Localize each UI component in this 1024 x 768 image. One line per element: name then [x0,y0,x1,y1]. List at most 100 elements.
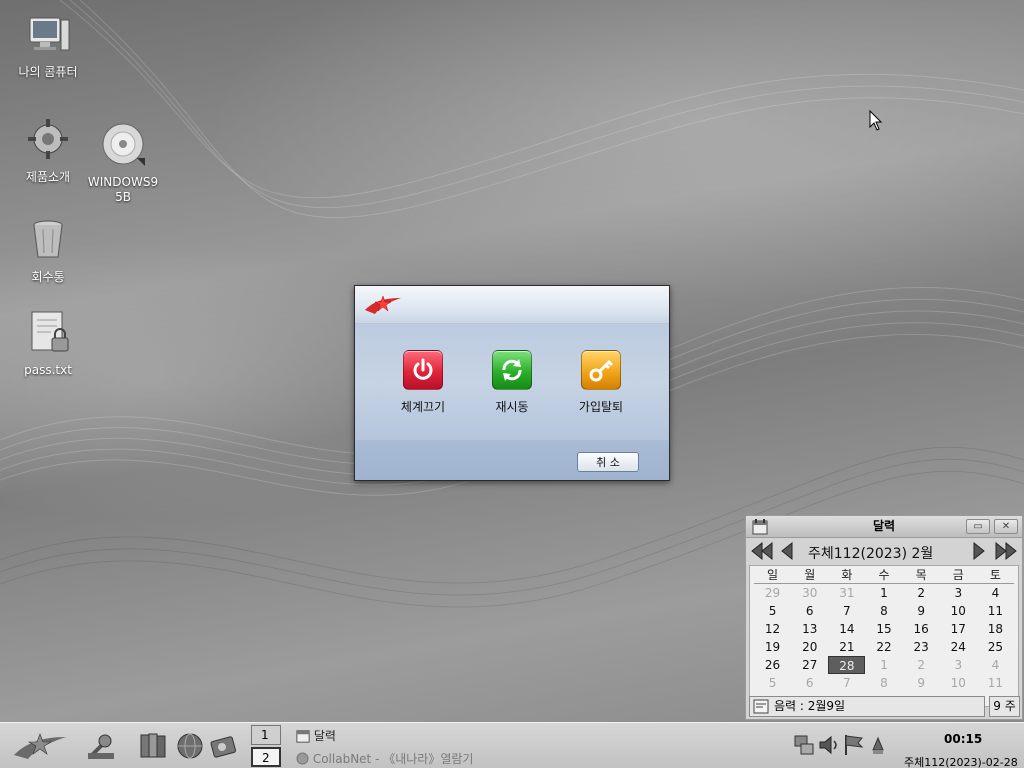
desktop-icon-my-computer[interactable]: 나의 콤퓨터 [10,10,86,80]
workspace-1[interactable]: 1 [251,725,281,745]
calendar-grid: 일 월 화 수 목 금 토 29 30 31 1 2 3 4 5 6 7 8 9… [749,565,1019,707]
flag-tray-button[interactable] [842,733,866,757]
key-icon [581,350,621,390]
calendar-day[interactable]: 23 [903,638,940,656]
calendar-day[interactable]: 3 [940,656,977,674]
dialog-body: 체계끄기 재시동 가입탈퇴 [355,324,669,440]
calendar-day[interactable]: 2 [903,584,940,602]
desktop-icon-windows95b[interactable]: WINDOWS95B [85,120,161,205]
launcher-files[interactable] [138,731,168,761]
calendar-day[interactable]: 15 [865,620,902,638]
calendar-day[interactable]: 27 [791,656,828,674]
calendar-day[interactable]: 10 [940,674,977,692]
browser-dot-icon [296,752,309,765]
gear-icon [28,119,68,159]
calendar-day[interactable]: 7 [828,602,865,620]
calendar-day[interactable]: 4 [977,584,1014,602]
calendar-day[interactable]: 31 [828,584,865,602]
calendar-day[interactable]: 7 [828,674,865,692]
input-method-tray-button[interactable] [870,736,886,756]
minimize-button[interactable]: ▭ [966,519,990,534]
task-calendar[interactable]: 달력 [296,727,336,744]
calendar-day[interactable]: 2 [903,656,940,674]
calendar-day[interactable]: 8 [865,602,902,620]
prev-month-button[interactable] [780,541,794,561]
mouse-cursor-icon [869,110,883,131]
calendar-day[interactable]: 5 [754,674,791,692]
calendar-week-row: 29 30 31 1 2 3 4 [754,584,1014,602]
double-right-arrow-icon [995,541,1017,561]
calendar-day[interactable]: 20 [791,638,828,656]
locked-text-file-icon [31,311,69,352]
calendar-day[interactable]: 26 [754,656,791,674]
calendar-icon [296,730,310,743]
calendar-day[interactable]: 30 [791,584,828,602]
next-year-button[interactable] [994,541,1018,561]
desktop-icon-product-intro[interactable]: 제품소개 [10,115,86,185]
calendar-week-row: 26 27 28 1 2 3 4 [754,656,1014,674]
calendar-day[interactable]: 29 [754,584,791,602]
calendar-day[interactable]: 21 [828,638,865,656]
calendar-day[interactable]: 1 [865,584,902,602]
calendar-day[interactable]: 22 [865,638,902,656]
calendar-day[interactable]: 17 [940,620,977,638]
cancel-button[interactable]: 취 소 [577,452,639,472]
launcher-browser[interactable] [175,731,205,761]
calendar-day[interactable]: 4 [977,656,1014,674]
shutdown-button[interactable]: 체계끄기 [383,350,463,415]
desktop-icon-pass-txt[interactable]: pass.txt [10,308,86,378]
calendar-icon [752,519,768,535]
calendar-day[interactable]: 16 [903,620,940,638]
calendar-day[interactable]: 1 [865,656,902,674]
desktop-icon-label: WINDOWS95B [87,175,159,204]
restart-label: 재시동 [495,400,529,414]
calendar-day-today[interactable]: 28 [828,656,866,674]
desktop-icon-label: 제품소개 [25,170,71,184]
right-arrow-icon [973,541,985,561]
launcher-media[interactable] [208,731,238,761]
prev-year-button[interactable] [750,541,774,561]
calendar-day[interactable]: 6 [791,602,828,620]
restart-button[interactable]: 재시동 [472,350,552,415]
minimize-icon: ▭ [973,521,983,532]
clock-time[interactable]: 00:15 [944,732,982,746]
calendar-day[interactable]: 19 [754,638,791,656]
desktop-icon-trash[interactable]: 회수통 [10,215,86,285]
network-icon [794,735,814,755]
task-browser[interactable]: CollabNet - 《내나라》열람기 [296,750,473,767]
calendar-day[interactable]: 9 [903,674,940,692]
next-month-button[interactable] [972,541,986,561]
calendar-day[interactable]: 5 [754,602,791,620]
logout-dialog: 체계끄기 재시동 가입탈퇴 취 소 [354,285,670,481]
calendar-week-row: 12 13 14 15 16 17 18 [754,620,1014,638]
workspace-2[interactable]: 2 [251,747,281,767]
calendar-day[interactable]: 6 [791,674,828,692]
file-manager-icon [140,733,166,758]
calendar-day[interactable]: 3 [940,584,977,602]
calendar-day[interactable]: 24 [940,638,977,656]
volume-tray-button[interactable] [818,733,840,757]
launcher-tools[interactable] [86,731,116,761]
calendar-day[interactable]: 10 [940,602,977,620]
weekday-header: 화 [841,568,853,582]
network-tray-button[interactable] [792,733,816,757]
calendar-day[interactable]: 13 [791,620,828,638]
calendar-day[interactable]: 11 [977,674,1014,692]
calendar-day[interactable]: 14 [828,620,865,638]
media-player-icon [210,736,237,758]
calendar-day[interactable]: 9 [903,602,940,620]
calendar-day[interactable]: 8 [865,674,902,692]
clock-date: 주체112(2023)-02-28 [904,756,1018,768]
red-star-logo-icon [365,295,401,314]
calendar-day[interactable]: 18 [977,620,1014,638]
weekday-header-row: 일 월 화 수 목 금 토 [754,566,1014,584]
flag-icon [845,735,864,755]
close-button[interactable]: ✕ [994,519,1018,534]
start-menu-button[interactable] [12,731,68,761]
calendar-nav: 주체112(2023) 2월 [746,538,1022,564]
calendar-day[interactable]: 12 [754,620,791,638]
calendar-day[interactable]: 25 [977,638,1014,656]
calendar-titlebar[interactable]: 달력 ▭ ✕ [746,516,1022,538]
logout-button[interactable]: 가입탈퇴 [561,350,641,415]
calendar-day[interactable]: 11 [977,602,1014,620]
